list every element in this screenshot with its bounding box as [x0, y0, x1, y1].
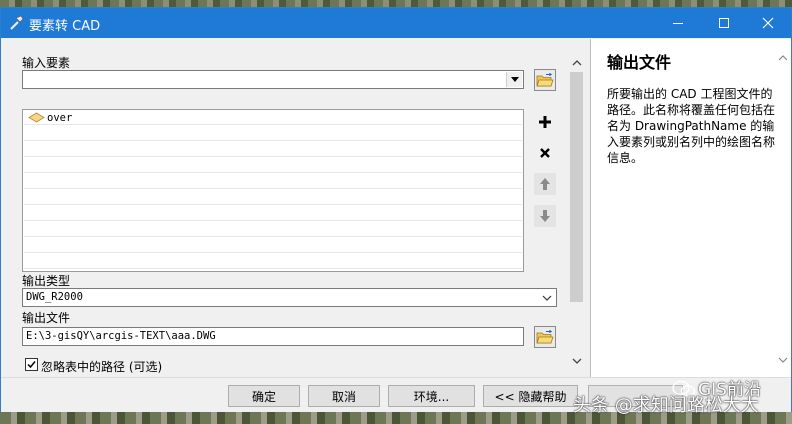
arrow-down-icon — [540, 210, 550, 222]
polygon-layer-icon — [28, 112, 45, 123]
delete-x-icon — [540, 148, 550, 158]
list-row-empty — [24, 126, 522, 141]
chevron-down-icon — [778, 357, 788, 363]
minimize-icon — [673, 23, 683, 24]
list-row-empty — [24, 238, 522, 253]
hammer-icon — [10, 15, 24, 30]
scroll-up-button[interactable] — [568, 54, 585, 71]
environments-button[interactable]: 环境... — [388, 385, 475, 407]
list-row-empty — [24, 206, 522, 221]
input-features-list[interactable]: over — [22, 109, 524, 272]
ignore-paths-label: 忽略表中的路径 (可选) — [41, 360, 163, 374]
help-pane: 输出文件 所要输出的 CAD 工程图文件的路径。此名称将覆盖任何包括在名为 Dr… — [590, 39, 791, 377]
chevron-up-icon — [572, 59, 581, 65]
chevron-up-icon — [778, 55, 788, 61]
maximize-icon — [719, 18, 729, 28]
open-folder-icon — [536, 329, 554, 343]
remove-row-button[interactable] — [534, 142, 556, 164]
output-file-value: E:\3-gisQY\arcgis-TEXT\aaa.DWG — [26, 330, 216, 342]
help-title: 输出文件 — [607, 53, 672, 72]
list-row-empty — [24, 190, 522, 205]
list-row-empty — [24, 174, 522, 189]
maximize-button[interactable] — [701, 8, 747, 38]
list-item[interactable]: over — [24, 110, 522, 125]
window-title: 要素转 CAD — [29, 19, 101, 34]
list-row-empty — [24, 142, 522, 157]
output-type-dropdown-arrow[interactable] — [539, 290, 555, 305]
input-features-dropdown-arrow[interactable] — [506, 72, 522, 87]
title-bar[interactable]: 要素转 CAD — [1, 8, 791, 38]
add-row-button[interactable] — [534, 111, 556, 133]
minimize-button[interactable] — [655, 8, 701, 38]
input-features-combo[interactable] — [22, 70, 524, 89]
move-up-button[interactable] — [534, 173, 556, 195]
list-item-label: over — [47, 112, 73, 124]
browse-output-button[interactable] — [534, 326, 556, 348]
parameters-scrollbar[interactable] — [568, 39, 585, 377]
chevron-down-icon — [542, 295, 552, 301]
input-features-label: 输入要素 — [22, 56, 71, 70]
close-icon — [762, 17, 774, 29]
list-row-empty — [24, 158, 522, 173]
scroll-thumb[interactable] — [570, 72, 583, 302]
cancel-button[interactable]: 取消 — [308, 385, 380, 407]
output-type-value: DWG_R2000 — [26, 291, 83, 303]
scroll-down-button[interactable] — [568, 352, 585, 369]
plus-icon — [539, 116, 551, 128]
list-row-empty — [24, 254, 522, 269]
close-button[interactable] — [745, 8, 791, 38]
output-type-select[interactable]: DWG_R2000 — [22, 288, 557, 307]
feature-to-cad-dialog: 要素转 CAD 输入要素 over 输出类型 DWG_R2000 输出文件 E:… — [0, 7, 792, 413]
ok-button[interactable]: 确定 — [228, 385, 300, 407]
arrow-up-icon — [540, 178, 550, 190]
move-down-button[interactable] — [534, 205, 556, 227]
hide-help-button[interactable]: << 隐藏帮助 — [483, 385, 578, 407]
list-row-empty — [24, 222, 522, 237]
open-folder-icon — [536, 72, 554, 86]
help-scrollbar[interactable] — [775, 45, 791, 373]
help-body: 所要输出的 CAD 工程图文件的路径。此名称将覆盖任何包括在名为 Drawing… — [607, 87, 776, 165]
output-file-input[interactable]: E:\3-gisQY\arcgis-TEXT\aaa.DWG — [22, 327, 524, 346]
output-type-label: 输出类型 — [22, 274, 71, 288]
ignore-paths-checkbox[interactable] — [25, 358, 38, 371]
watermark-author: 头条 @求知问路松大大 — [573, 395, 759, 416]
chevron-down-icon — [510, 76, 519, 82]
chevron-down-icon — [572, 358, 581, 364]
parameters-pane: 输入要素 over 输出类型 DWG_R2000 输出文件 E:\3-gisQY… — [1, 39, 589, 377]
browse-input-button[interactable] — [534, 69, 556, 91]
checkmark-icon — [27, 361, 36, 369]
output-file-label: 输出文件 — [22, 311, 71, 325]
